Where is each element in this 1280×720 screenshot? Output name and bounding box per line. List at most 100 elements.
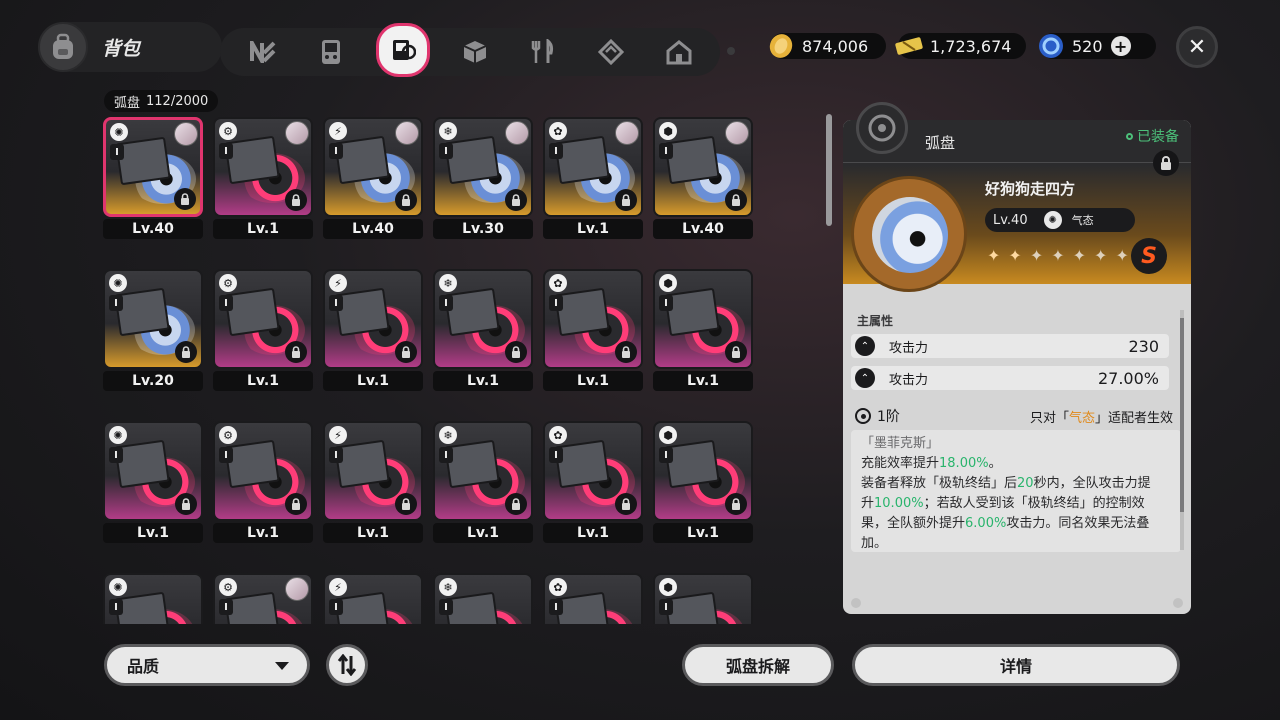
disc-item[interactable]: ✿ I Lv.1 xyxy=(543,421,643,543)
detail-scroll-thumb[interactable] xyxy=(1180,318,1184,512)
stat-row: ⌃ 攻击力 230 xyxy=(851,334,1169,358)
detail-panel: 弧盘 已装备 好狗狗走四方 Lv.40 ✺ 气态 ✦ ✦ ✦ ✦ ✦ ✦ ✦ S 主属性 ⌃… xyxy=(843,120,1191,614)
stat-row: ⌃ 攻击力 27.00% xyxy=(851,366,1169,390)
disc-item[interactable]: ⚙ILv.1 xyxy=(213,421,313,543)
disc-item[interactable]: ⬢ILv.1 xyxy=(653,573,753,624)
equipped-agent-avatar xyxy=(615,121,639,145)
lock-icon xyxy=(285,493,307,515)
disc-level: Lv.40 xyxy=(103,219,203,239)
disc-sleeve-art xyxy=(334,135,390,185)
disc-item[interactable]: ✺ I Lv.20 xyxy=(103,269,203,391)
disc-item[interactable]: ⬢ILv.1 xyxy=(653,421,753,543)
star-empty-icon: ✦ xyxy=(1029,246,1044,265)
disc-item[interactable]: ⚙ILv.1 xyxy=(213,573,313,624)
disc-item[interactable]: ⚡ILv.1 xyxy=(323,421,423,543)
tier-tag: I xyxy=(439,295,453,311)
attribute-icon: ⚡ xyxy=(329,274,347,292)
tier-tag: I xyxy=(659,295,673,311)
disc-card: ⚡ I xyxy=(323,573,423,624)
condition-suffix: 」适配者生效 xyxy=(1094,410,1173,426)
drive-disc-n-icon[interactable] xyxy=(240,29,286,75)
disc-level: Lv.1 xyxy=(653,523,753,543)
stat-name: 攻击力 xyxy=(889,340,929,356)
disc-item[interactable]: ❄ILv.1 xyxy=(433,269,533,391)
effect-text: 装备者释放「极轨终结」后 xyxy=(861,476,1018,491)
star-empty-icon: ✦ xyxy=(1051,246,1065,265)
handheld-icon[interactable] xyxy=(308,29,354,75)
lock-icon xyxy=(615,341,637,363)
disc-card: ✿ I xyxy=(543,421,643,521)
phase-icon xyxy=(855,408,871,424)
attribute-icon: ✺ xyxy=(109,274,127,292)
tier-tag: I xyxy=(439,447,453,463)
effect-text: 攻击力。同名效果无法叠 xyxy=(1006,516,1150,531)
lock-toggle-button[interactable] xyxy=(1153,150,1179,176)
disc-item[interactable]: ⬢ILv.1 xyxy=(653,269,753,391)
equipped-agent-avatar xyxy=(505,121,529,145)
box-icon[interactable] xyxy=(588,29,634,75)
details-button[interactable]: 详情 xyxy=(852,644,1180,686)
tier-tag: I xyxy=(659,447,673,463)
disc-item[interactable]: ✺ILv.1 xyxy=(103,421,203,543)
disc-level: Lv.1 xyxy=(653,371,753,391)
effect-text: 升 xyxy=(861,496,875,511)
ether-attribute-icon: ✺ xyxy=(1043,211,1062,229)
close-button[interactable]: ✕ xyxy=(1176,26,1218,68)
disc-level: Lv.1 xyxy=(433,371,533,391)
disc-level: Lv.30 xyxy=(433,219,533,239)
grid-scroll-thumb[interactable] xyxy=(826,114,832,226)
effect-value: 20 xyxy=(1017,476,1034,491)
disc-item[interactable]: ⚙ILv.1 xyxy=(213,117,313,239)
phase-condition: 只对「气态」适配者生效 xyxy=(1030,407,1173,426)
grid-scrollbar[interactable] xyxy=(826,114,832,620)
disc-sleeve-art xyxy=(664,439,720,489)
detail-category: 弧盘 xyxy=(925,134,956,152)
add-polychrome-button[interactable]: + xyxy=(1110,36,1131,56)
tier-tag: I xyxy=(329,599,343,615)
disc-name: 好狗狗走四方 xyxy=(985,180,1076,198)
tier-tag: I xyxy=(219,143,233,159)
disc-item[interactable]: ✿ I Lv.1 xyxy=(543,117,643,239)
currency-film: 1,723,674 xyxy=(895,33,1026,59)
detail-scrollbar[interactable] xyxy=(1180,310,1184,550)
disc-item[interactable]: ❄ILv.1 xyxy=(433,421,533,543)
disc-item[interactable]: ❄ I Lv.30 xyxy=(433,117,533,239)
disc-item[interactable]: ✺ I Lv.40 xyxy=(103,117,203,239)
disc-item[interactable]: ⚡ I Lv.40 xyxy=(323,117,423,239)
lock-icon xyxy=(725,189,747,211)
attribute-icon: ✺ xyxy=(109,426,127,444)
disc-card: ❄ I xyxy=(433,117,533,217)
inventory-label: 弧盘 xyxy=(114,95,141,111)
dismantle-button[interactable]: 弧盘拆解 xyxy=(682,644,834,686)
fork-knife-icon[interactable] xyxy=(520,29,566,75)
disc-level: Lv.40 xyxy=(653,219,753,239)
disc-item[interactable]: ❄ILv.1 xyxy=(433,573,533,624)
disc-item[interactable]: ⚙ILv.1 xyxy=(213,269,313,391)
sort-order-button[interactable] xyxy=(326,644,368,686)
disc-card: ⬢ I xyxy=(653,573,753,624)
disc-level: Lv.40 xyxy=(323,219,423,239)
star-rating: ✦ ✦ ✦ ✦ ✦ ✦ ✦ xyxy=(987,246,1129,265)
tier-tag: I xyxy=(109,599,123,615)
attribute-icon: ❄ xyxy=(439,122,457,140)
home-icon[interactable] xyxy=(656,29,702,75)
quality-filter-dropdown[interactable]: 品质 xyxy=(104,644,310,686)
tier-tag: I xyxy=(439,599,453,615)
disc-case-icon[interactable] xyxy=(376,23,430,77)
equipped-badge: 已装备 xyxy=(1126,126,1179,146)
details-button-label: 详情 xyxy=(999,657,1032,676)
lock-icon xyxy=(615,493,637,515)
star-empty-icon: ✦ xyxy=(1094,246,1108,265)
disc-item[interactable]: ⚡ILv.1 xyxy=(323,269,423,391)
currency-gold: 874,006 xyxy=(769,33,886,59)
disc-item[interactable]: ✿ I Lv.1 xyxy=(543,269,643,391)
cube-icon[interactable] xyxy=(452,29,498,75)
disc-item[interactable]: ✿ILv.30 xyxy=(543,573,643,624)
inventory-count: 弧盘 112/2000 xyxy=(104,90,219,112)
attribute-icon: ⚙ xyxy=(219,274,237,292)
gold-coin-icon xyxy=(766,31,796,61)
disc-item[interactable]: ⬢ I Lv.40 xyxy=(653,117,753,239)
disc-item[interactable]: ✺ILv.1 xyxy=(103,573,203,624)
attribute-icon: ⚙ xyxy=(219,122,237,140)
disc-item[interactable]: ⚡ILv.1 xyxy=(323,573,423,624)
